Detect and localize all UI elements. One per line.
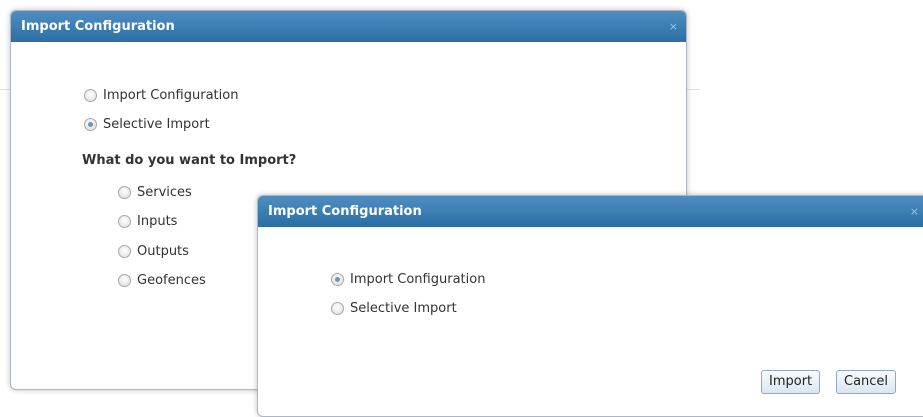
import-dialog-front: Import Configuration × Import Configurat… [257,195,923,417]
radio-label: Inputs [137,213,178,229]
radio-circle[interactable] [118,244,131,258]
radio-circle[interactable] [118,214,131,228]
dialog-title: Import Configuration [268,204,422,219]
close-icon[interactable]: × [669,11,678,42]
radio-circle[interactable] [84,117,97,131]
import-question: What do you want to Import? [82,153,297,168]
radio-circle[interactable] [118,185,131,199]
radio-geofences[interactable]: Geofences [118,271,206,289]
radio-label: Geofences [137,272,206,288]
radio-label: Services [137,184,192,200]
radio-inputs[interactable]: Inputs [118,212,177,230]
cancel-button[interactable]: Cancel [836,370,897,394]
dialog-titlebar[interactable]: Import Configuration × [11,11,686,42]
radio-selective-import[interactable]: Selective Import [84,115,210,133]
close-icon[interactable]: × [910,196,919,227]
radio-outputs[interactable]: Outputs [118,242,189,260]
radio-import-configuration[interactable]: Import Configuration [331,270,485,288]
radio-circle[interactable] [331,272,344,286]
import-button[interactable]: Import [761,370,821,394]
dialog-title: Import Configuration [21,19,175,34]
dialog-titlebar[interactable]: Import Configuration × [258,196,923,227]
radio-label: Outputs [137,243,189,259]
radio-circle[interactable] [84,88,97,102]
radio-label: Selective Import [103,116,210,132]
radio-label: Selective Import [350,300,457,316]
radio-label: Import Configuration [350,271,486,287]
radio-label: Import Configuration [103,87,239,103]
radio-circle[interactable] [118,273,131,287]
radio-import-configuration[interactable]: Import Configuration [84,86,238,104]
radio-selective-import[interactable]: Selective Import [331,299,457,317]
radio-services[interactable]: Services [118,183,192,201]
radio-circle[interactable] [331,301,344,315]
